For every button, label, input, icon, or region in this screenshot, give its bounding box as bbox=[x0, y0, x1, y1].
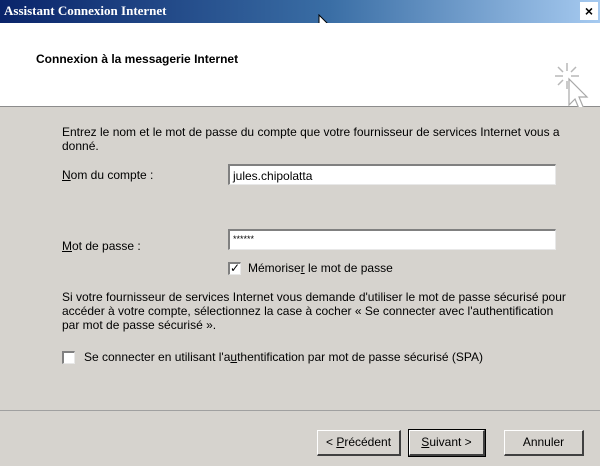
spa-label[interactable]: Se connecter en utilisant l'authentifica… bbox=[84, 350, 483, 364]
spa-checkbox[interactable] bbox=[62, 351, 75, 364]
remember-password-checkbox[interactable]: ✓ bbox=[228, 262, 241, 275]
wizard-content: Entrez le nom et le mot de passe du comp… bbox=[0, 107, 600, 410]
next-button[interactable]: Suivant > bbox=[408, 429, 486, 457]
spa-description: Si votre fournisseur de services Interne… bbox=[62, 290, 566, 332]
password-label: Mot de passe : bbox=[62, 239, 141, 253]
wizard-header: Connexion à la messagerie Internet bbox=[0, 23, 600, 112]
account-name-input[interactable]: jules.chipolatta bbox=[228, 164, 556, 185]
cancel-button[interactable]: Annuler bbox=[504, 430, 584, 456]
instructions-text: Entrez le nom et le mot de passe du comp… bbox=[62, 125, 560, 153]
account-name-label: Nom du compte : bbox=[62, 168, 154, 182]
page-title: Connexion à la messagerie Internet bbox=[36, 52, 239, 66]
remember-password-label[interactable]: Mémoriser le mot de passe bbox=[248, 261, 393, 275]
password-input[interactable]: ****** bbox=[228, 229, 556, 250]
close-button[interactable]: × bbox=[580, 2, 598, 20]
button-bar: < Précédent Suivant > Annuler bbox=[0, 410, 600, 466]
title-bar: Assistant Connexion Internet × bbox=[0, 0, 600, 23]
previous-button[interactable]: < Précédent bbox=[317, 430, 401, 456]
window-title: Assistant Connexion Internet bbox=[4, 3, 167, 18]
